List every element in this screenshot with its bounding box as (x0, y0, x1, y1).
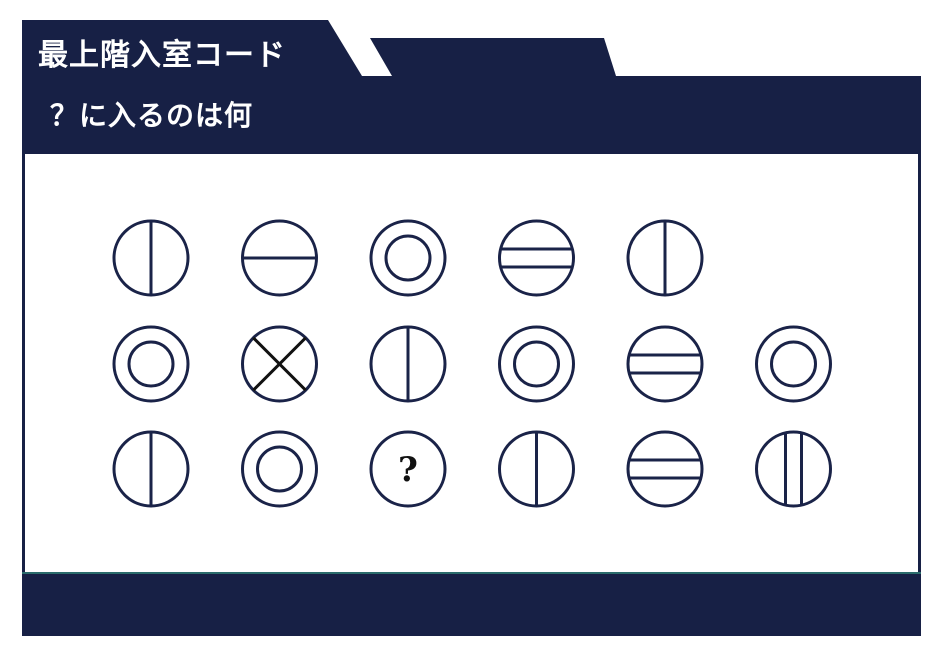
symbol-question-r3-c3: ? (369, 430, 447, 508)
symbol-double-circle-r2-c4 (498, 325, 575, 403)
symbol-double-vertical-line-r3-c6 (755, 430, 832, 508)
symbol-x-cross-r2-c2 (241, 325, 318, 403)
symbol-double-circle-r2-c1 (112, 325, 190, 403)
symbol-double-circle-r1-c3 (369, 219, 447, 297)
symbol-vertical-line-r3-c1 (112, 430, 190, 508)
symbol-vertical-line-r2-c3 (369, 325, 447, 403)
symbol-vertical-line-r3-c4 (498, 430, 575, 508)
question-mark: ? (398, 450, 418, 490)
symbol-vertical-line-r1-c5 (626, 219, 704, 297)
symbol-double-circle-r3-c2 (241, 430, 318, 508)
symbol-double-horizontal-line-r2-c5 (626, 325, 704, 403)
symbol-grid: ? (112, 219, 832, 508)
symbol-double-horizontal-line-r3-c5 (626, 430, 704, 508)
symbol-double-horizontal-line-r1-c4 (498, 219, 575, 297)
symbol-vertical-line-r1-c1 (112, 219, 190, 297)
symbol-double-circle-r2-c6 (755, 325, 832, 403)
symbol-horizontal-line-r1-c2 (241, 219, 318, 297)
